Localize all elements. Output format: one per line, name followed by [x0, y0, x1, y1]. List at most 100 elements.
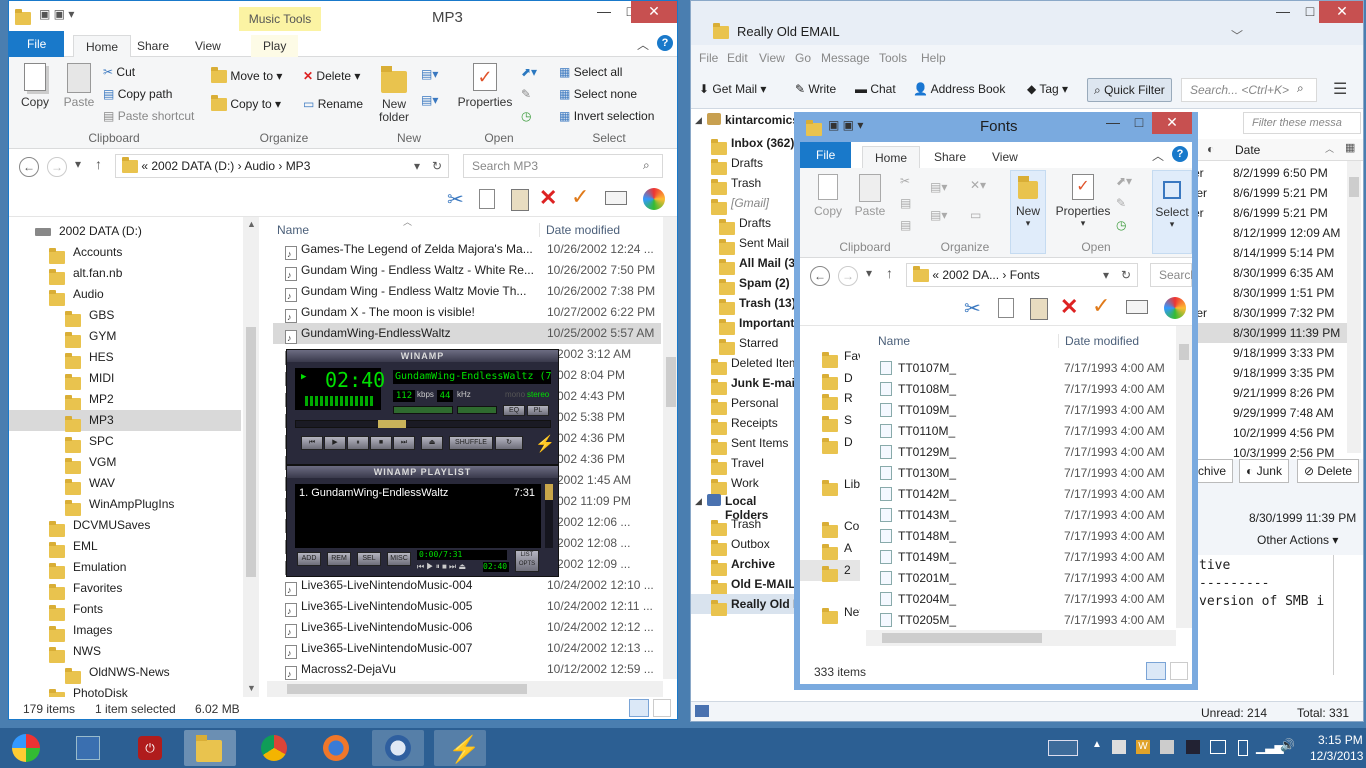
- fonts-toolbar-rename-icon[interactable]: [1126, 300, 1148, 314]
- nav-scroll-thumb[interactable]: [246, 327, 256, 577]
- fonts-breadcrumb-drive[interactable]: 2002 DA...: [942, 268, 999, 282]
- menu-help[interactable]: Help: [921, 51, 946, 65]
- font-file-row[interactable]: TT0142M_ 7/17/1993 4:00 AM: [872, 484, 1172, 505]
- tab-play[interactable]: Play: [251, 35, 299, 57]
- nav-item[interactable]: NWS: [9, 641, 241, 664]
- mail-folder[interactable]: Starred: [691, 333, 801, 356]
- file-scrollbar[interactable]: [663, 217, 677, 679]
- keyboard-icon[interactable]: [1048, 740, 1078, 756]
- toolbar-rename-icon[interactable]: [605, 191, 627, 205]
- font-file-row[interactable]: TT0143M_ 7/17/1993 4:00 AM: [872, 505, 1172, 526]
- message-row[interactable]: 9/18/1999 3:33 PM: [1191, 343, 1347, 363]
- fonts-scrollbar[interactable]: [1176, 326, 1192, 628]
- fonts-toolbar-paste-icon[interactable]: [1030, 298, 1048, 320]
- mail-folder[interactable]: Trash (13): [691, 293, 801, 316]
- message-row[interactable]: 8/30/1999 11:39 PM: [1191, 323, 1347, 343]
- local-folder[interactable]: Archive: [691, 554, 801, 577]
- winamp-logo-icon[interactable]: ⚡: [535, 434, 555, 454]
- previous-button[interactable]: ⏮: [301, 436, 323, 450]
- start-button[interactable]: [2, 730, 50, 766]
- playlist-mini-controls[interactable]: ⏮ ▶ ⏸ ■ ⏭ ⏏: [417, 562, 466, 572]
- fonts-close-button[interactable]: ✕: [1152, 112, 1192, 134]
- address-bar[interactable]: « 2002 DATA (D:) › Audio › MP3 ▾ ↻: [115, 154, 449, 178]
- nav-item[interactable]: MP2: [9, 389, 241, 412]
- nav-item[interactable]: Accounts: [9, 242, 241, 265]
- fonts-address-bar[interactable]: « 2002 DA... › Fonts ▾ ↻: [906, 263, 1138, 287]
- show-hidden-icons[interactable]: ▲: [1092, 739, 1102, 750]
- edit-icon[interactable]: ✎: [521, 87, 531, 101]
- fonts-hscroll-thumb[interactable]: [882, 633, 1042, 643]
- delete-message-button[interactable]: ⊘ Delete: [1297, 459, 1360, 483]
- refresh-icon[interactable]: ↻: [432, 155, 442, 177]
- message-row[interactable]: er 8/6/1999 5:21 PM: [1191, 203, 1347, 223]
- fonts-address-dropdown-icon[interactable]: ▾: [1103, 264, 1109, 286]
- font-file-row[interactable]: TT0129M_ 7/17/1993 4:00 AM: [872, 442, 1172, 463]
- scroll-up-icon[interactable]: ▲: [247, 219, 256, 229]
- font-file-row[interactable]: TT0107M_ 7/17/1993 4:00 AM: [872, 358, 1172, 379]
- message-row[interactable]: 9/18/1999 3:35 PM: [1191, 363, 1347, 383]
- fonts-refresh-icon[interactable]: ↻: [1121, 264, 1131, 286]
- account-expander[interactable]: ◢: [695, 115, 702, 126]
- fonts-maximize-button[interactable]: □: [1122, 112, 1156, 134]
- winamp-titlebar[interactable]: WINAMP: [287, 350, 558, 362]
- mail-folder[interactable]: Personal: [691, 393, 801, 416]
- file-row[interactable]: Gundam X - The moon is visible! 10/27/200…: [273, 302, 661, 328]
- file-row[interactable]: Macross2-DejaVu 10/12/2002 12:59 ...: [273, 659, 661, 685]
- up-button[interactable]: ↑: [95, 156, 102, 172]
- fonts-nav-item[interactable]: D: [800, 368, 860, 391]
- mail-folder[interactable]: Drafts: [691, 153, 801, 176]
- move-to-button[interactable]: Move to ▾: [211, 67, 282, 84]
- taskbar-winamp[interactable]: ⚡: [434, 730, 486, 766]
- taskbar-shutdown[interactable]: ⏻: [124, 730, 176, 766]
- taskbar-chrome[interactable]: [248, 730, 300, 766]
- winamp-main[interactable]: WINAMP ▶ 02:40 GundamWing-EndlessWaltz (…: [286, 349, 559, 465]
- nav-item[interactable]: WAV: [9, 473, 241, 496]
- get-mail-button[interactable]: ⬇ Get Mail ▾: [699, 82, 766, 96]
- column-header-name[interactable]: Name: [277, 223, 309, 237]
- message-row[interactable]: 8/12/1999 12:09 AM: [1191, 223, 1347, 243]
- nav-item[interactable]: GBS: [9, 305, 241, 328]
- tb-search-icon[interactable]: ⌕: [1297, 81, 1304, 96]
- forward-button[interactable]: →: [47, 157, 67, 177]
- fonts-up-button[interactable]: ↑: [886, 265, 893, 281]
- fonts-tab-share[interactable]: Share: [922, 146, 978, 168]
- file-row[interactable]: Live365-LiveNintendoMusic-004 10/24/2002 …: [273, 575, 661, 601]
- fonts-open-icon[interactable]: ⬈▾: [1116, 174, 1132, 188]
- mail-folder[interactable]: Receipts: [691, 413, 801, 436]
- toolbar-paste-icon[interactable]: [511, 189, 529, 211]
- tab-share[interactable]: Share: [125, 35, 181, 57]
- fonts-quick-access[interactable]: ▣ ▣ ▾: [828, 118, 863, 132]
- repeat-button[interactable]: ↻: [495, 436, 523, 450]
- fonts-toolbar-cut-icon[interactable]: ✂: [964, 296, 981, 321]
- local-folder[interactable]: Old E-MAIL: [691, 574, 801, 597]
- message-row[interactable]: ter 8/6/1999 5:21 PM: [1191, 183, 1347, 203]
- fonts-history-icon[interactable]: ◷: [1116, 218, 1126, 232]
- tb-close-button[interactable]: ✕: [1319, 1, 1363, 23]
- address-dropdown-icon[interactable]: ▾: [414, 155, 420, 177]
- tray-app-icon-2[interactable]: [1160, 740, 1174, 754]
- fonts-paste-shortcut-icon[interactable]: ▤: [900, 218, 911, 232]
- fonts-paste-button[interactable]: Paste: [852, 174, 888, 218]
- nav-item[interactable]: Images: [9, 620, 241, 643]
- online-status-icon[interactable]: [695, 705, 709, 717]
- invert-selection-button[interactable]: ▦ Invert selection: [559, 109, 654, 123]
- select-all-button[interactable]: ▦ Select all: [559, 65, 622, 79]
- playlist-rem-button[interactable]: REM: [327, 552, 351, 566]
- fonts-cut-icon[interactable]: ✂: [900, 174, 910, 188]
- stop-button[interactable]: ■: [370, 436, 392, 450]
- local-folder[interactable]: Really Old E: [691, 594, 801, 617]
- breadcrumb-mp3[interactable]: MP3: [286, 159, 311, 173]
- font-file-row[interactable]: TT0201M_ 7/17/1993 4:00 AM: [872, 568, 1172, 589]
- fonts-nav-item[interactable]: S: [800, 410, 860, 433]
- copy-path-button[interactable]: ▤ Copy path: [103, 87, 172, 101]
- file-hscrollbar[interactable]: [267, 681, 663, 697]
- mail-folder[interactable]: Drafts: [691, 213, 801, 236]
- font-file-row[interactable]: TT0108M_ 7/17/1993 4:00 AM: [872, 379, 1172, 400]
- fonts-nav-item[interactable]: 2: [800, 560, 860, 583]
- playlist-scrollbar[interactable]: [545, 484, 553, 548]
- taskbar-control-panel[interactable]: [62, 730, 114, 766]
- shuffle-button[interactable]: SHUFFLE: [449, 436, 493, 450]
- file-row[interactable]: Live365-LiveNintendoMusic-007 10/24/2002 …: [273, 638, 661, 664]
- recent-locations-icon[interactable]: ▾: [75, 157, 81, 171]
- properties-button[interactable]: ✓ Properties: [455, 63, 515, 109]
